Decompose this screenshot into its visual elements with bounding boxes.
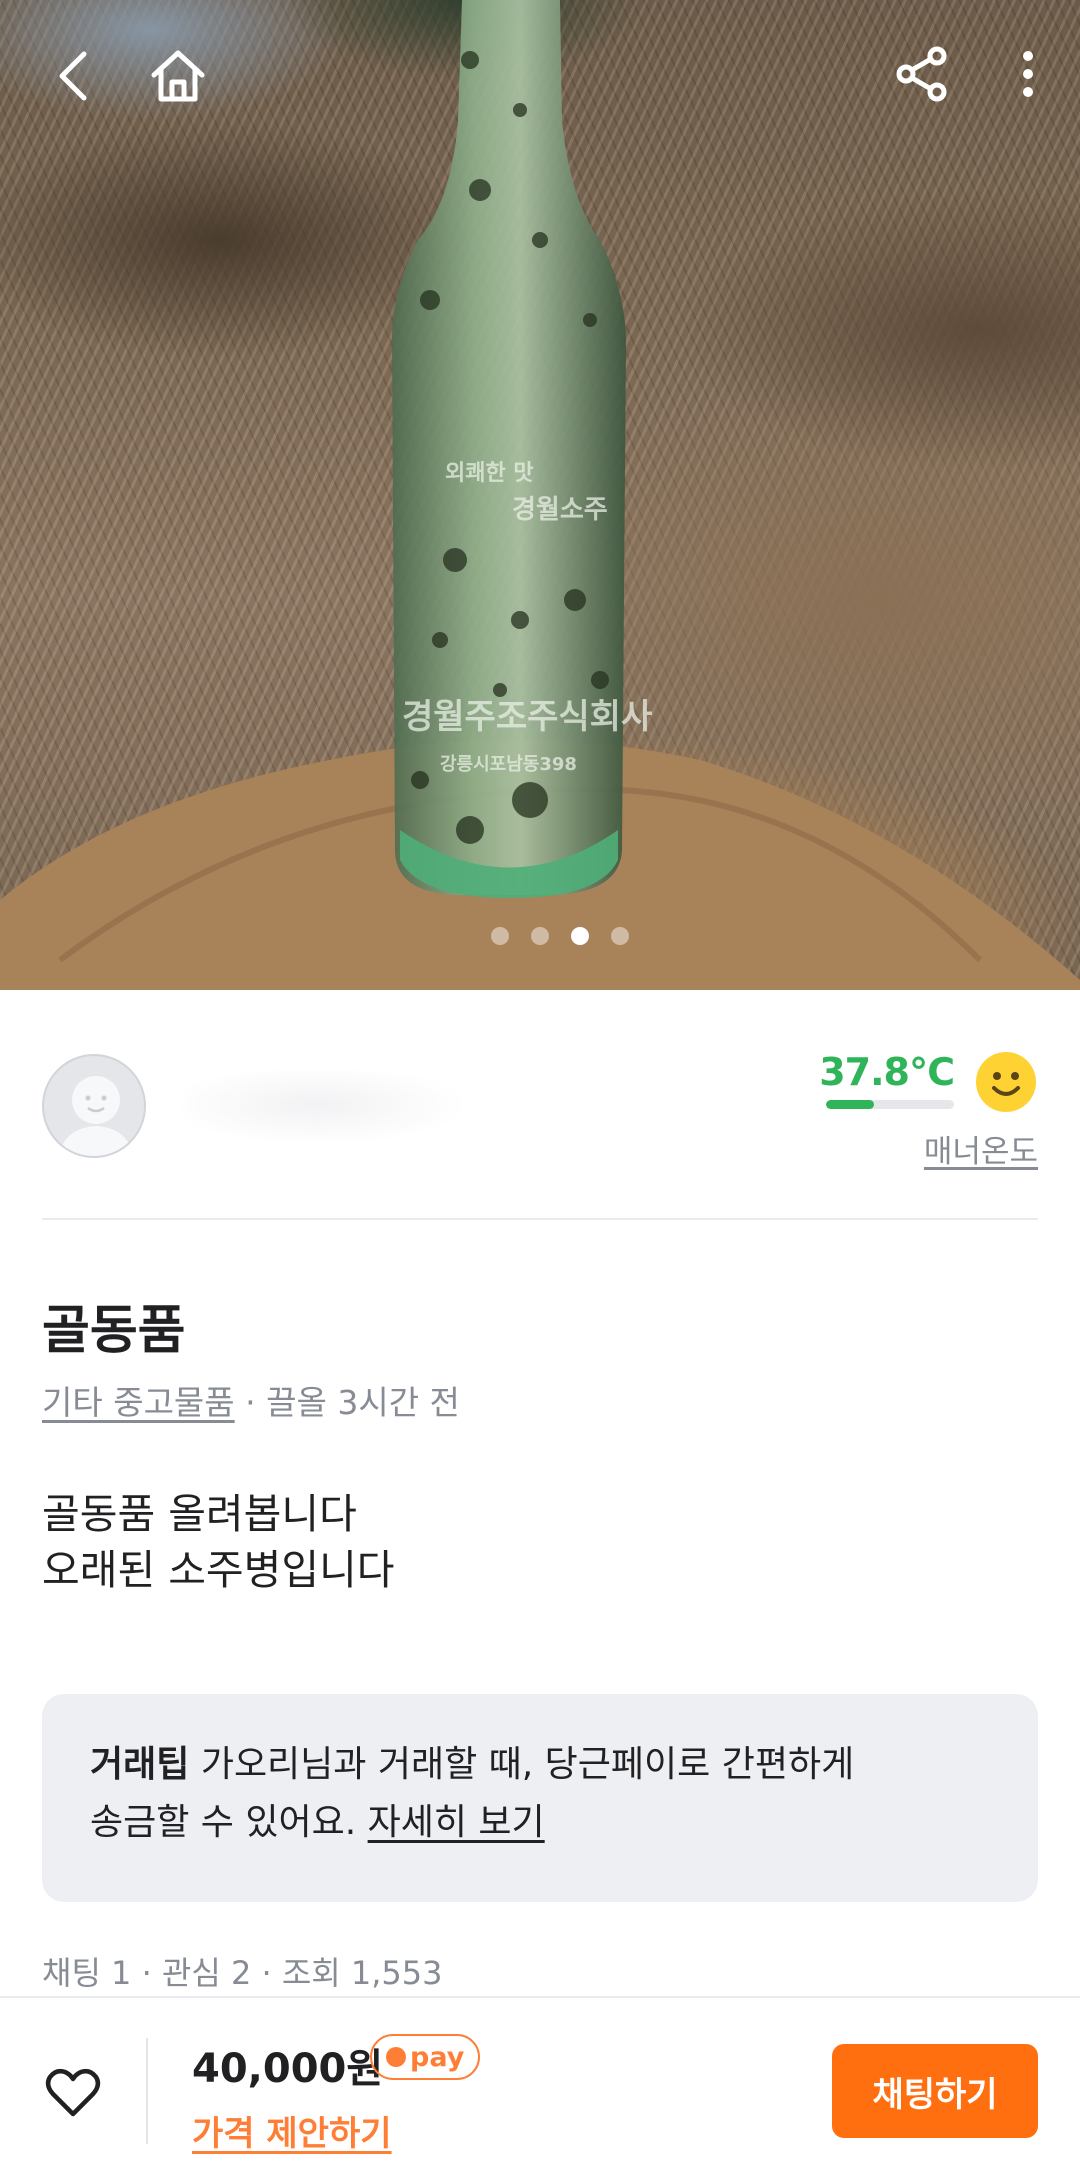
post-meta: 기타 중고물품 · 끌올 3시간 전 [42, 1376, 460, 1424]
price: 40,000원 [192, 2046, 384, 2092]
temperature-value: 37.8℃ [819, 1050, 955, 1094]
chat-button[interactable]: 채팅하기 [832, 2044, 1038, 2138]
post-title: 골동품 [42, 1301, 186, 1361]
divider [42, 1218, 1038, 1220]
avatar[interactable] [42, 1054, 146, 1158]
heart-icon [45, 2068, 101, 2117]
bottle-text-1: 외쾌한 맛 [445, 461, 534, 486]
like-button[interactable] [40, 2060, 106, 2126]
more-button[interactable] [992, 38, 1064, 110]
back-icon [59, 51, 87, 101]
description-line: 골동품 올려봅니다 [42, 1490, 357, 1538]
manner-temperature-label[interactable]: 매너온도 [924, 1126, 1038, 1171]
tip-more-link[interactable]: 자세히 보기 [368, 1802, 545, 1843]
seller-name-blurred [182, 1070, 482, 1140]
share-icon [896, 46, 947, 102]
more-icon [1023, 51, 1033, 97]
gallery-dot[interactable] [491, 927, 509, 945]
bottle-text-4: 강릉시포남동398 [440, 754, 577, 775]
gallery-dot-active[interactable] [571, 927, 589, 945]
bottle-illustration: 외쾌한 맛 경월소주 경월주조주식회사 강릉시포남동398 [0, 0, 1080, 990]
home-icon [151, 50, 205, 102]
pay-badge-label: pay [410, 2041, 465, 2073]
bottom-action-bar: 40,000원 pay 가격 제안하기 채팅하기 [0, 1996, 1080, 2184]
post-description: 골동품 올려봅니다 오래된 소주병입니다 [42, 1486, 395, 1598]
gallery-indicator [40, 927, 1080, 945]
description-line: 오래된 소주병입니다 [42, 1546, 395, 1594]
seller-profile[interactable]: 37.8℃ 매너온도 [42, 1050, 1038, 1170]
separator [146, 2038, 148, 2144]
tip-text: 가오리님과 거래할 때, 당근페이로 간편하게 [189, 1744, 855, 1785]
gallery-dot[interactable] [611, 927, 629, 945]
product-photo[interactable]: 외쾌한 맛 경월소주 경월주조주식회사 강릉시포남동398 [0, 0, 1080, 990]
home-button[interactable] [142, 40, 214, 112]
back-button[interactable] [38, 40, 110, 112]
bottle-text-3: 경월주조주식회사 [402, 697, 652, 737]
post-stats: 채팅 1 · 관심 2 · 조회 1,553 [42, 1954, 443, 1992]
tip-text: 송금할 수 있어요. [90, 1802, 368, 1843]
manner-temperature[interactable]: 37.8℃ 매너온도 [788, 1050, 1038, 1170]
bottle-text-2: 경월소주 [512, 495, 608, 525]
smile-face-icon [976, 1052, 1036, 1112]
post-time: · 끌올 3시간 전 [234, 1383, 460, 1422]
default-avatar-icon [58, 1076, 134, 1156]
trade-tip-box: 거래팁 가오리님과 거래할 때, 당근페이로 간편하게 송금할 수 있어요. 자… [42, 1694, 1038, 1902]
gallery-dot[interactable] [531, 927, 549, 945]
tip-title: 거래팁 [90, 1744, 190, 1785]
share-button[interactable] [886, 38, 958, 110]
category-link[interactable]: 기타 중고물품 [42, 1383, 235, 1422]
temperature-bar [826, 1100, 954, 1109]
temperature-bar-fill [826, 1100, 875, 1109]
price-offer-link[interactable]: 가격 제안하기 [192, 2106, 392, 2155]
karrot-pay-badge: pay [370, 2034, 481, 2080]
pay-logo-icon [386, 2047, 406, 2067]
